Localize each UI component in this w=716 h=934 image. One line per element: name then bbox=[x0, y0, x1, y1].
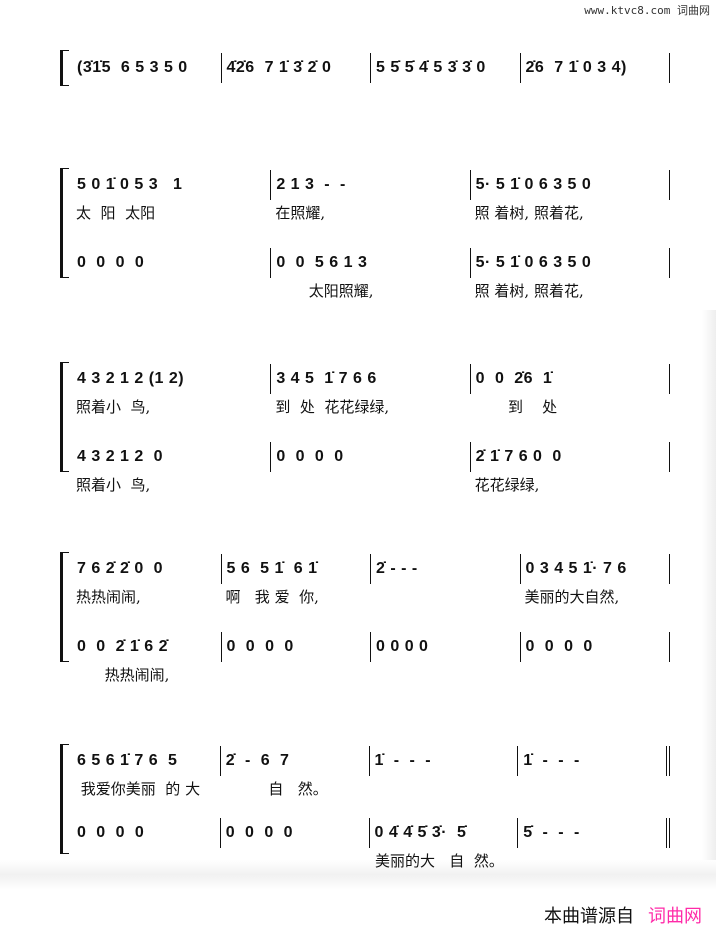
lyrics-line: 热热闹闹, 啊 我 爱 你, 美丽的大自然, bbox=[72, 586, 670, 607]
lyric-segment: 太 阳 太阳 bbox=[76, 204, 156, 222]
measure: 3 4 5 1̇ 7 6 6 bbox=[271, 364, 471, 394]
measure: 5 6 5 1̇ 6 1̇ bbox=[222, 554, 371, 584]
intro-system: (3̇1̇5 6 5 3 5 0 4̇2̇6 7 1̇ 3̇ 2̇ 0 5 5̇… bbox=[60, 50, 670, 86]
lyric-segment bbox=[521, 664, 671, 685]
lyric-segment: 我爱你美丽 的 大 bbox=[76, 780, 201, 798]
staff-2: 0 0 2̇ 1̇ 6 2̇ 0 0 0 00 0 0 00 0 0 0 bbox=[72, 632, 670, 662]
lyric-segment: 到 处 bbox=[474, 398, 558, 416]
measure: 0 0 2̇ 1̇ 6 2̇ bbox=[72, 632, 222, 662]
lyrics-line: 照着小 鸟, 花花绿绿, bbox=[72, 474, 670, 495]
lyric-segment: 自 然。 bbox=[225, 780, 328, 798]
lyric-segment bbox=[521, 778, 671, 799]
system-bracket bbox=[60, 50, 69, 86]
lyric-segment bbox=[72, 850, 222, 871]
lyric-segment: 啊 我 爱 你, bbox=[225, 588, 319, 606]
measure: 4 3 2 1 2 (1 2) bbox=[72, 364, 272, 394]
measure: 0 0 0 0 bbox=[221, 818, 370, 848]
lyric-segment bbox=[371, 778, 521, 799]
lyric-segment bbox=[72, 280, 271, 301]
staff-1: 4 3 2 1 2 (1 2) 3 4 5 1̇ 7 6 60 0 2̇6 1̇ bbox=[72, 364, 670, 394]
staff-1: 7 6 2̇ 2̇ 0 05 6 5 1̇ 6 1̇ 2̇ - - -0 3 4 … bbox=[72, 554, 670, 584]
measure: 0 0 0 0 bbox=[521, 632, 670, 662]
measure: 2 1 3 - - bbox=[271, 170, 471, 200]
score-system: 5 0 1̇ 0 5 3 12 1 3 - -5· 5 1̇ 0 6 3 5 0… bbox=[60, 168, 670, 300]
lyric-segment: 花花绿绿, bbox=[474, 476, 540, 494]
lyric-segment: 照 着树, 照着花, bbox=[474, 282, 584, 300]
measure: 7 6 2̇ 2̇ 0 0 bbox=[72, 554, 222, 584]
lyric-segment bbox=[271, 474, 470, 495]
system-bracket bbox=[60, 362, 69, 472]
lyric-segment bbox=[521, 850, 671, 871]
measure: 2̇ 1̇ 7 6 0 0 bbox=[471, 442, 670, 472]
lyric-segment bbox=[371, 586, 521, 607]
measure: 5 5̇ 5̇ 4̇ 5 3̇ 3̇ 0 bbox=[371, 53, 521, 83]
measure: 0 0 2̇6 1̇ bbox=[471, 364, 670, 394]
lyric-segment: 美丽的大 自 然。 bbox=[375, 852, 504, 870]
lyrics-line: 热热闹闹, bbox=[72, 664, 670, 685]
lyric-segment: 照着小 鸟, bbox=[76, 476, 151, 494]
measure: 4 3 2 1 2 0 bbox=[72, 442, 272, 472]
lyric-segment: 照 着树, 照着花, bbox=[474, 204, 584, 222]
measure: 2̇6 7 1̇ 0 3 4) bbox=[521, 53, 670, 83]
lyric-segment: 热热闹闹, bbox=[76, 588, 141, 606]
measure: 6 5 6 1̇ 7 6 5 bbox=[72, 746, 221, 776]
measure: 1̇ - - - bbox=[370, 746, 519, 776]
score-system: 4 3 2 1 2 (1 2) 3 4 5 1̇ 7 6 60 0 2̇6 1̇ 照… bbox=[60, 362, 670, 494]
system-bracket bbox=[60, 744, 69, 854]
staff-2: 4 3 2 1 2 00 0 0 0 2̇ 1̇ 7 6 0 0 bbox=[72, 442, 670, 472]
watermark-site: 词曲网 bbox=[677, 4, 710, 17]
watermark-top: www.ktvc8.com 词曲网 bbox=[584, 2, 710, 18]
measure: 1̇ - - - bbox=[518, 746, 670, 776]
measure: 0 0 0 0 bbox=[72, 818, 221, 848]
intro-staff: (3̇1̇5 6 5 3 5 0 4̇2̇6 7 1̇ 3̇ 2̇ 0 5 5̇… bbox=[72, 53, 670, 83]
system-bracket bbox=[60, 168, 69, 278]
measure: 0 0 0 0 bbox=[371, 632, 521, 662]
measure: 0 4̇ 4̇ 5̇ 3̇· 5̇ bbox=[370, 818, 519, 848]
lyric-segment: 到 处 花花绿绿, bbox=[275, 398, 390, 416]
lyric-segment bbox=[371, 664, 521, 685]
lyric-segment: 在照耀, bbox=[275, 204, 326, 222]
measure: 5 0 1̇ 0 5 3 1 bbox=[72, 170, 272, 200]
lyrics-line: 太 阳 太阳 在照耀, 照 着树, 照着花, bbox=[72, 202, 670, 223]
measure: 0 3 4 5 1̇· 7 6 bbox=[521, 554, 670, 584]
watermark-bottom: 本曲谱源自 词曲网 bbox=[544, 902, 702, 928]
watermark-url: www.ktvc8.com bbox=[584, 4, 671, 17]
measure: 5̇ - - - bbox=[518, 818, 670, 848]
lyrics-line: 太阳照耀, 照 着树, 照着花, bbox=[72, 280, 670, 301]
staff-2: 0 0 0 00 0 5 6 1 3 5· 5 1̇ 0 6 3 5 0 bbox=[72, 248, 670, 278]
lyric-segment bbox=[222, 664, 372, 685]
lyric-segment bbox=[222, 850, 372, 871]
staff-1: 6 5 6 1̇ 7 6 5 2̇ - 6 7 1̇ - - -1̇ - - - bbox=[72, 746, 670, 776]
measure: 2̇ - - - bbox=[371, 554, 521, 584]
measure: 0 0 0 0 bbox=[72, 248, 272, 278]
measure: 5· 5 1̇ 0 6 3 5 0 bbox=[471, 170, 670, 200]
measure: 2̇ - 6 7 bbox=[221, 746, 370, 776]
lyric-segment: 照着小 鸟, bbox=[76, 398, 151, 416]
measure: 4̇2̇6 7 1̇ 3̇ 2̇ 0 bbox=[222, 53, 371, 83]
measure: (3̇1̇5 6 5 3 5 0 bbox=[72, 53, 222, 83]
score-system: 6 5 6 1̇ 7 6 5 2̇ - 6 7 1̇ - - -1̇ - - - 我… bbox=[60, 744, 670, 870]
background-fade bbox=[702, 310, 716, 870]
lyric-segment: 太阳照耀, bbox=[275, 282, 374, 300]
lyrics-line: 照着小 鸟, 到 处 花花绿绿, 到 处 bbox=[72, 396, 670, 417]
watermark-site-link[interactable]: 词曲网 bbox=[648, 906, 702, 926]
lyrics-line: 我爱你美丽 的 大 自 然。 bbox=[72, 778, 670, 799]
system-bracket bbox=[60, 552, 69, 662]
watermark-prefix: 本曲谱源自 bbox=[544, 906, 634, 926]
score-system: 7 6 2̇ 2̇ 0 05 6 5 1̇ 6 1̇ 2̇ - - -0 3 4 … bbox=[60, 552, 670, 684]
staff-1: 5 0 1̇ 0 5 3 12 1 3 - -5· 5 1̇ 0 6 3 5 0 bbox=[72, 170, 670, 200]
lyrics-line: 美丽的大 自 然。 bbox=[72, 850, 670, 871]
measure: 0 0 0 0 bbox=[222, 632, 371, 662]
staff-2: 0 0 0 00 0 0 00 4̇ 4̇ 5̇ 3̇· 5̇ 5̇ - - - bbox=[72, 818, 670, 848]
measure: 0 0 0 0 bbox=[271, 442, 471, 472]
measure: 0 0 5 6 1 3 bbox=[271, 248, 471, 278]
measure: 5· 5 1̇ 0 6 3 5 0 bbox=[471, 248, 670, 278]
lyric-segment: 热热闹闹, bbox=[76, 666, 170, 684]
lyric-segment: 美丽的大自然, bbox=[524, 588, 620, 606]
